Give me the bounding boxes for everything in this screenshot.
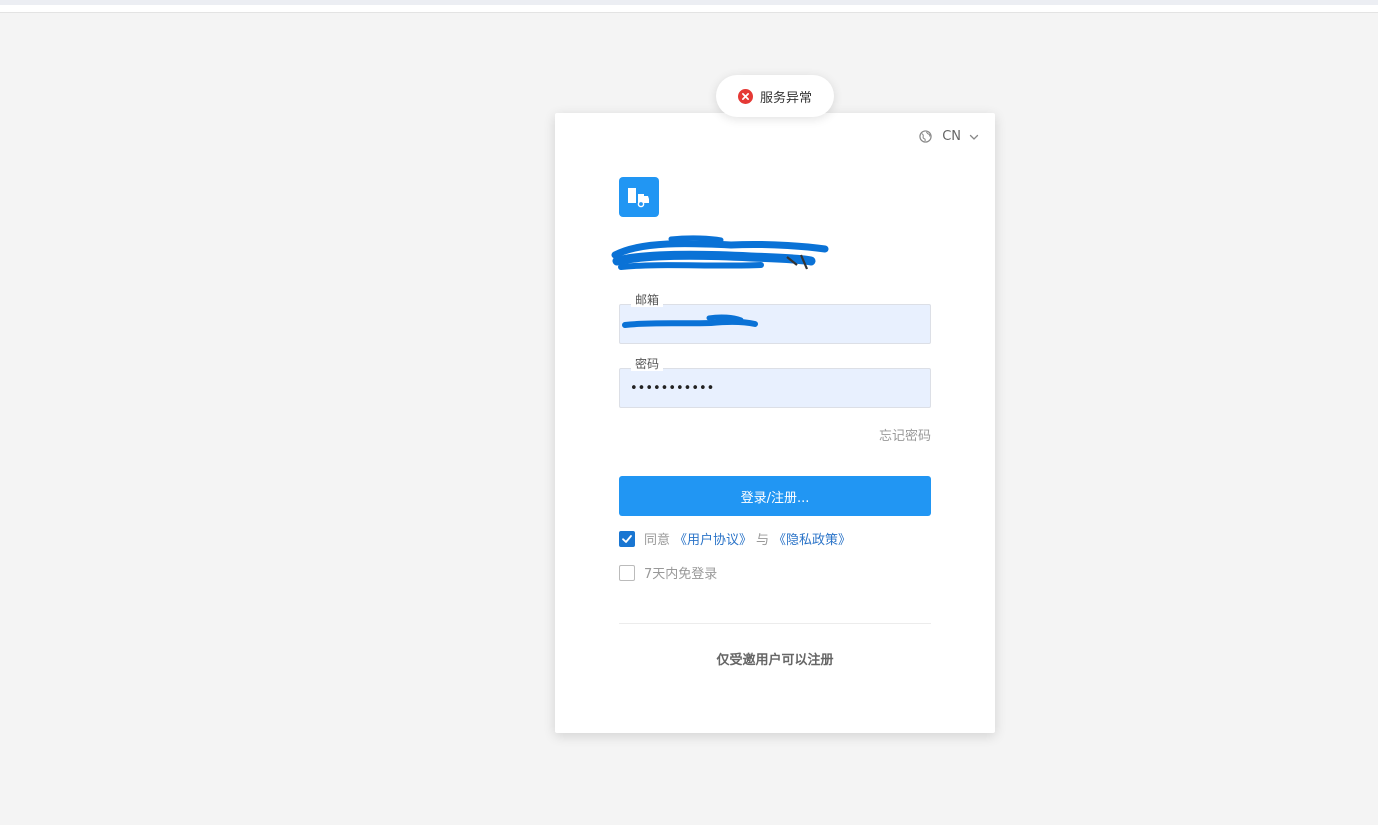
privacy-policy-link[interactable]: 《隐私政策》 — [773, 529, 851, 548]
remember-label: 7天内免登录 — [644, 567, 718, 582]
top-strip — [0, 0, 1378, 5]
language-label: CN — [942, 129, 961, 144]
globe-icon — [919, 130, 932, 143]
language-switcher[interactable]: CN — [919, 129, 979, 144]
error-icon — [737, 88, 753, 104]
check-icon — [622, 534, 632, 543]
divider — [619, 623, 931, 624]
agreement-row: 同意 《用户协议》 与 《隐私政策》 — [619, 529, 855, 548]
toast-message: 服务异常 — [759, 90, 812, 106]
error-toast: 服务异常 — [716, 75, 834, 117]
email-field-group: 邮箱 — [619, 293, 931, 344]
agree-checkbox[interactable] — [619, 530, 635, 547]
redacted-app-title — [611, 235, 829, 270]
truck-icon — [628, 188, 649, 208]
password-label: 密码 — [631, 357, 664, 371]
login-register-button[interactable]: 登录/注册... — [619, 476, 931, 516]
browser-top-bar — [0, 0, 1378, 13]
remember-row: 7天内免登录 — [619, 563, 717, 582]
invite-only-note: 仅受邀用户可以注册 — [716, 653, 834, 668]
forgot-password-link[interactable]: 忘记密码 — [879, 425, 931, 444]
email-label: 邮箱 — [631, 293, 664, 307]
agree-prefix: 同意 — [644, 533, 671, 548]
login-card: CN 邮箱 密码 忘记密码 登录/注册... — [555, 113, 995, 733]
agreement-conjunction: 与 — [756, 533, 770, 548]
remember-checkbox[interactable] — [619, 564, 635, 581]
chevron-down-icon — [969, 134, 979, 140]
password-field-group: 密码 — [619, 357, 931, 408]
password-input[interactable] — [619, 368, 931, 408]
app-logo — [619, 177, 659, 217]
user-agreement-link[interactable]: 《用户协议》 — [674, 529, 752, 548]
email-input[interactable] — [619, 304, 931, 344]
